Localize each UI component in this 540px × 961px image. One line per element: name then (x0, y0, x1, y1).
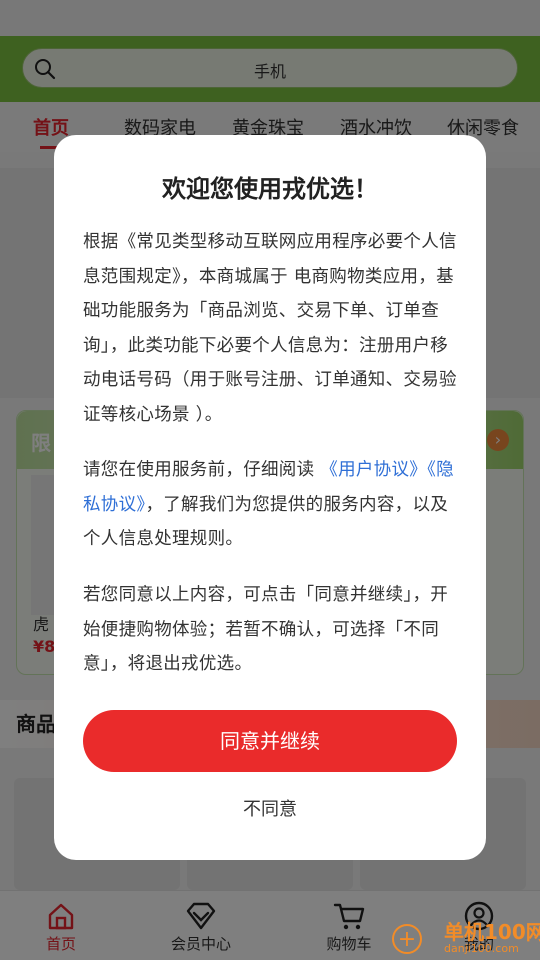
dialog-title: 欢迎您使用戎优选！ (162, 175, 378, 203)
dialog-paragraph-3: 若您同意以上内容，可点击「同意并继续」，开始便捷购物体验；若暂不确认，可选择「不… (83, 585, 449, 674)
disagree-button[interactable]: 不同意 (54, 795, 486, 821)
watermark-url: danji100.com (444, 942, 519, 955)
privacy-dialog: 欢迎您使用戎优选！ 根据《常见类型移动互联网应用程序必要个人信息范围规定》，本商… (54, 135, 486, 860)
watermark-logo: + (392, 924, 422, 954)
dialog-paragraph-2: 请您在使用服务前，仔细阅读 《用户协议》《隐私协议》，了解我们为您提供的服务内容… (83, 453, 463, 557)
agree-button[interactable]: 同意并继续 (83, 710, 457, 772)
watermark-text: 单机100网 (444, 920, 540, 944)
watermark: + 单机100网 danji100.com (388, 912, 540, 960)
paragraph-2-prefix: 请您在使用服务前，仔细阅读 (83, 460, 315, 480)
user-agreement-link[interactable]: 《用户协议》 (320, 460, 427, 480)
dialog-paragraph-1: 根据《常见类型移动互联网应用程序必要个人信息范围规定》，本商城属于 电商购物类应… (83, 232, 457, 425)
